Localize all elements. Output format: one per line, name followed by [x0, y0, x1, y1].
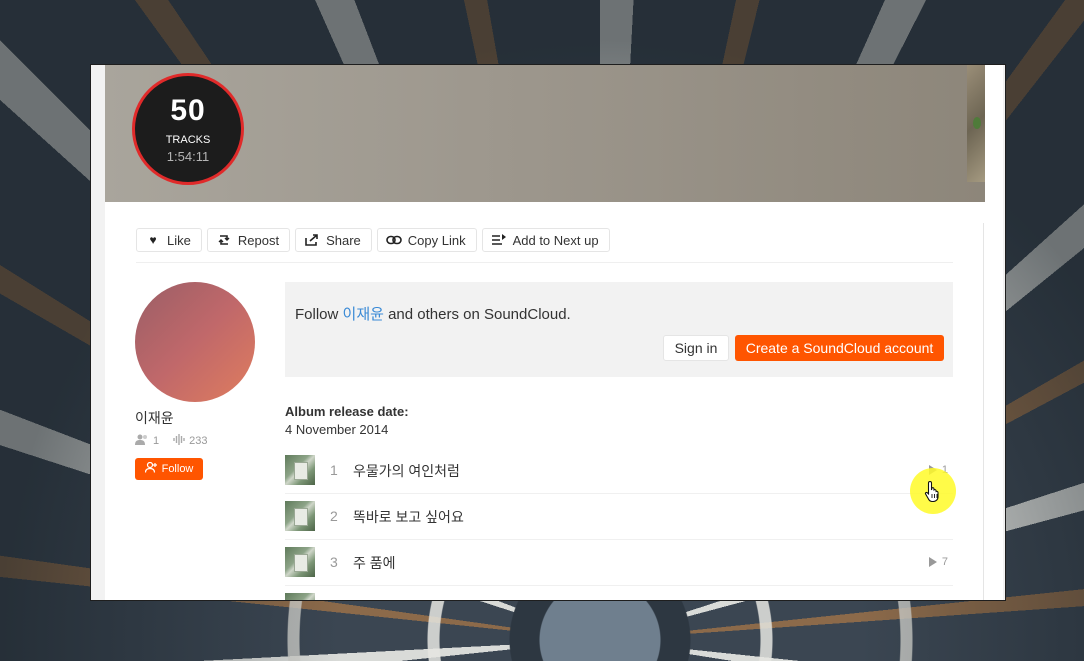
- track-row[interactable]: 1 우물가의 여인처럼 1: [285, 448, 953, 494]
- repost-icon: [216, 234, 232, 246]
- hand-cursor-icon: [924, 480, 942, 508]
- playlist-duration: 1:54:11: [166, 149, 210, 164]
- share-icon: [304, 234, 320, 246]
- create-account-button[interactable]: Create a SoundCloud account: [735, 335, 944, 361]
- track-title[interactable]: 똑바로 보고 싶어요: [353, 507, 464, 527]
- track-row[interactable]: [285, 586, 953, 600]
- heart-icon: ♥: [149, 233, 157, 247]
- share-label: Share: [326, 232, 361, 248]
- copy-link-button[interactable]: Copy Link: [376, 228, 477, 252]
- soundcloud-page: 50 TRACKS 1:54:11 ♥ Like Repost Share Co…: [105, 65, 1003, 600]
- play-count: 7: [941, 556, 948, 568]
- user-avatar[interactable]: [135, 282, 255, 402]
- track-title[interactable]: 주 품에: [353, 553, 396, 573]
- share-button[interactable]: Share: [295, 228, 372, 252]
- repost-button[interactable]: Repost: [206, 228, 291, 252]
- track-artwork[interactable]: [285, 455, 315, 485]
- follow-button[interactable]: Follow: [135, 458, 203, 480]
- track-artwork[interactable]: [285, 501, 315, 531]
- content-divider: [983, 223, 984, 600]
- browser-window: 50 TRACKS 1:54:11 ♥ Like Repost Share Co…: [90, 64, 1006, 601]
- track-artwork[interactable]: [285, 593, 315, 600]
- release-date: 4 November 2014: [285, 422, 389, 437]
- like-label: Like: [167, 232, 191, 248]
- sign-in-button[interactable]: Sign in: [663, 335, 729, 361]
- track-number: 2: [330, 508, 338, 524]
- copy-link-label: Copy Link: [407, 232, 466, 248]
- tracks-count[interactable]: 233: [189, 435, 207, 447]
- hero-artwork: [967, 65, 985, 182]
- action-bar: ♥ Like Repost Share Copy Link Add to Nex…: [136, 228, 610, 252]
- user-name[interactable]: 이재윤: [135, 408, 174, 428]
- track-list: 1 우물가의 여인처럼 1 2 똑바로 보고 싶어요 3 주 품에 7: [285, 448, 953, 600]
- promo-suffix: and others on SoundCloud.: [383, 306, 571, 323]
- tracks-icon: [173, 434, 185, 448]
- track-row[interactable]: 2 똑바로 보고 싶어요: [285, 494, 953, 540]
- release-date-label: Album release date:: [285, 404, 409, 419]
- track-number: 1: [330, 462, 338, 478]
- like-button[interactable]: ♥ Like: [136, 228, 202, 252]
- repost-label: Repost: [237, 232, 280, 248]
- action-bar-divider: [136, 262, 953, 263]
- add-to-next-up-button[interactable]: Add to Next up: [481, 228, 610, 252]
- track-count-label: TRACKS: [165, 134, 211, 146]
- promo-user-link[interactable]: 이재윤: [343, 306, 384, 323]
- play-icon: [928, 557, 937, 567]
- add-user-icon: [144, 461, 158, 476]
- track-count-badge: 50 TRACKS 1:54:11: [132, 73, 244, 185]
- followers-count[interactable]: 1: [153, 435, 159, 447]
- playlist-hero: 50 TRACKS 1:54:11: [105, 65, 985, 202]
- track-count: 50: [170, 94, 206, 127]
- track-play-count: 7: [928, 556, 948, 568]
- link-icon: [385, 235, 402, 245]
- user-stats: 1 233: [135, 434, 207, 448]
- queue-icon: [491, 234, 507, 246]
- promo-text: Follow 이재윤 and others on SoundCloud.: [295, 303, 571, 324]
- signup-promo: Follow 이재윤 and others on SoundCloud. Sig…: [285, 282, 953, 377]
- promo-prefix: Follow: [295, 306, 343, 323]
- track-number: 3: [330, 554, 338, 570]
- track-artwork[interactable]: [285, 547, 315, 577]
- add-to-next-up-label: Add to Next up: [512, 232, 599, 248]
- follow-label: Follow: [161, 463, 194, 475]
- followers-icon: [135, 434, 149, 448]
- track-title[interactable]: 우물가의 여인처럼: [353, 461, 460, 481]
- track-row[interactable]: 3 주 품에 7: [285, 540, 953, 586]
